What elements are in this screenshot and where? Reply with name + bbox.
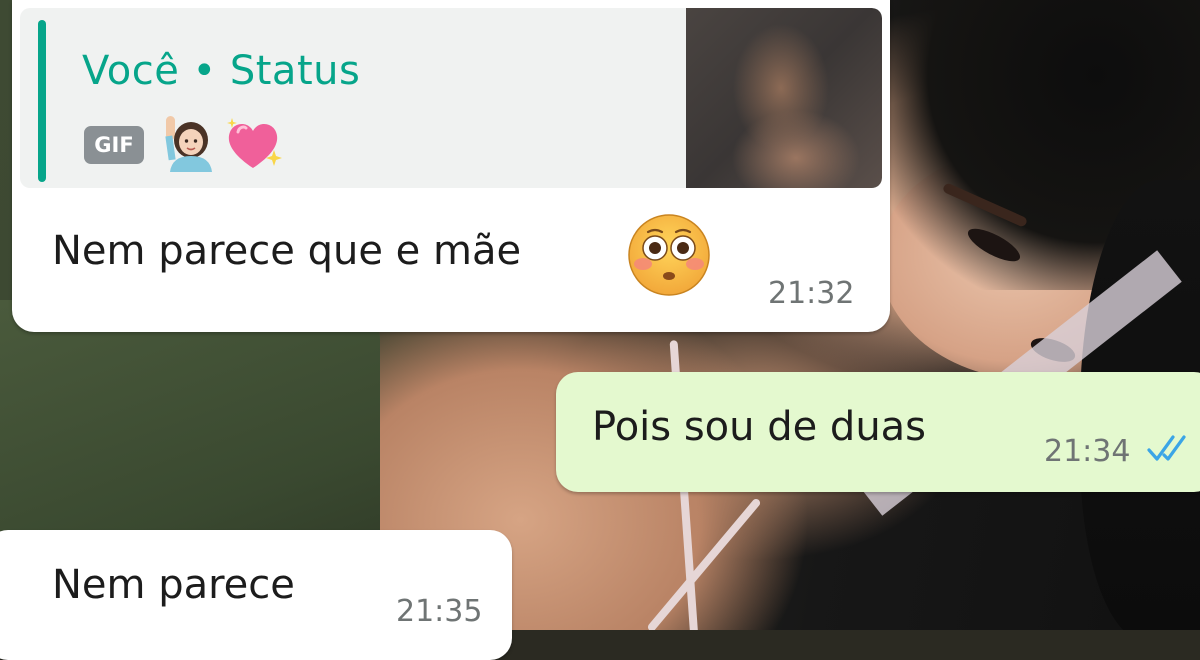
double-check-read-icon: [1147, 435, 1186, 461]
message-time: 21:32: [768, 276, 855, 311]
message-bubble-outgoing[interactable]: Pois sou de duas 21:34: [556, 372, 1200, 492]
quote-author: Você • Status: [82, 48, 361, 94]
quote-accent-bar: [38, 20, 46, 182]
message-bubble-incoming[interactable]: Nem parece 21:35: [0, 530, 512, 660]
gif-badge: GIF: [84, 126, 144, 164]
status-thumbnail[interactable]: [686, 8, 882, 188]
message-text: Nem parece: [52, 562, 295, 608]
flushed-face-emoji: [628, 214, 710, 296]
message-time: 21:35: [396, 594, 483, 629]
message-bubble-incoming[interactable]: Você • Status GIF Nem parece que e mãe 2…: [12, 0, 890, 332]
quoted-status-reply[interactable]: Você • Status GIF: [20, 8, 882, 188]
person-raising-hand-emoji: [165, 116, 212, 172]
message-text: Pois sou de duas: [592, 404, 927, 450]
sparkling-heart-emoji: [227, 118, 282, 168]
message-time: 21:34: [1044, 434, 1131, 469]
message-text: Nem parece que e mãe: [52, 228, 522, 274]
wallpaper-strap: [646, 497, 762, 630]
